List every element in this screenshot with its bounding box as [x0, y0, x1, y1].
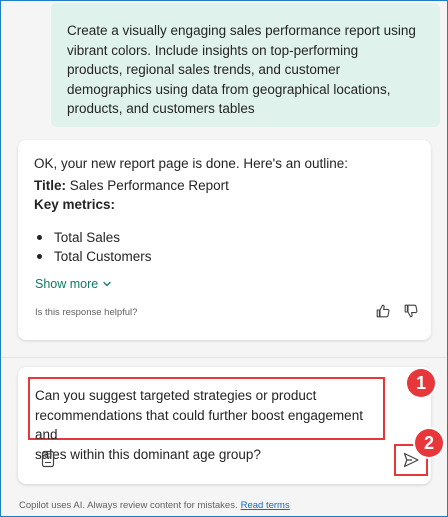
thumbs-up-icon[interactable] — [375, 303, 391, 319]
user-message-line: Create a visually engaging sales perform… — [67, 23, 416, 38]
helpful-prompt: Is this response helpful? — [35, 307, 138, 318]
title-value: Sales Performance Report — [69, 178, 229, 193]
user-message-bubble: Create a visually engaging sales perform… — [51, 3, 440, 127]
list-item-label: Total Sales — [54, 230, 121, 245]
callout-badge-1: 1 — [407, 369, 435, 397]
chat-input-line: sales within this dominant age group? — [35, 446, 261, 462]
divider — [1, 357, 447, 358]
footer: Copilot uses AI. Always review content f… — [19, 500, 290, 511]
callout-badge-2: 2 — [415, 429, 443, 457]
copilot-pane: Create a visually engaging sales perform… — [0, 0, 448, 517]
bullet-icon — [37, 254, 42, 259]
chevron-down-icon — [103, 281, 111, 287]
chat-input-line: Can you suggest targeted strategies or p… — [35, 388, 317, 403]
chat-input-line: recommendations that could further boost… — [35, 407, 363, 443]
user-message-line: vibrant colors. Include insights on top-… — [67, 42, 359, 58]
response-intro: OK, your new report page is done. Here's… — [34, 156, 349, 171]
notebook-icon[interactable] — [41, 450, 55, 468]
ai-response-card: OK, your new report page is done. Here's… — [18, 140, 431, 340]
report-title-line: Title: Sales Performance Report — [34, 176, 415, 195]
key-metrics-label: Key metrics: — [34, 197, 116, 212]
list-item: Total Customers — [34, 247, 415, 266]
user-message-line: products, and customers tables — [67, 101, 255, 116]
user-message-line: demographics using data from geographica… — [67, 81, 391, 97]
show-more-label: Show more — [35, 277, 99, 291]
bullet-icon — [37, 235, 42, 240]
list-item: Total Sales — [34, 228, 415, 247]
chat-input[interactable]: Can you suggest targeted strategies or p… — [28, 377, 385, 462]
disclaimer-text: Copilot uses AI. Always review content f… — [19, 500, 238, 511]
thumbs-down-icon[interactable] — [403, 303, 419, 319]
title-label: Title: — [34, 178, 67, 193]
metrics-list: Total Sales Total Customers — [34, 228, 415, 266]
read-terms-link[interactable]: Read terms — [241, 500, 290, 511]
list-item-label: Total Customers — [54, 249, 152, 264]
show-more-button[interactable]: Show more — [35, 277, 112, 291]
send-icon — [403, 452, 419, 468]
user-message-line: products, regional sales trends, and cus… — [67, 62, 341, 77]
